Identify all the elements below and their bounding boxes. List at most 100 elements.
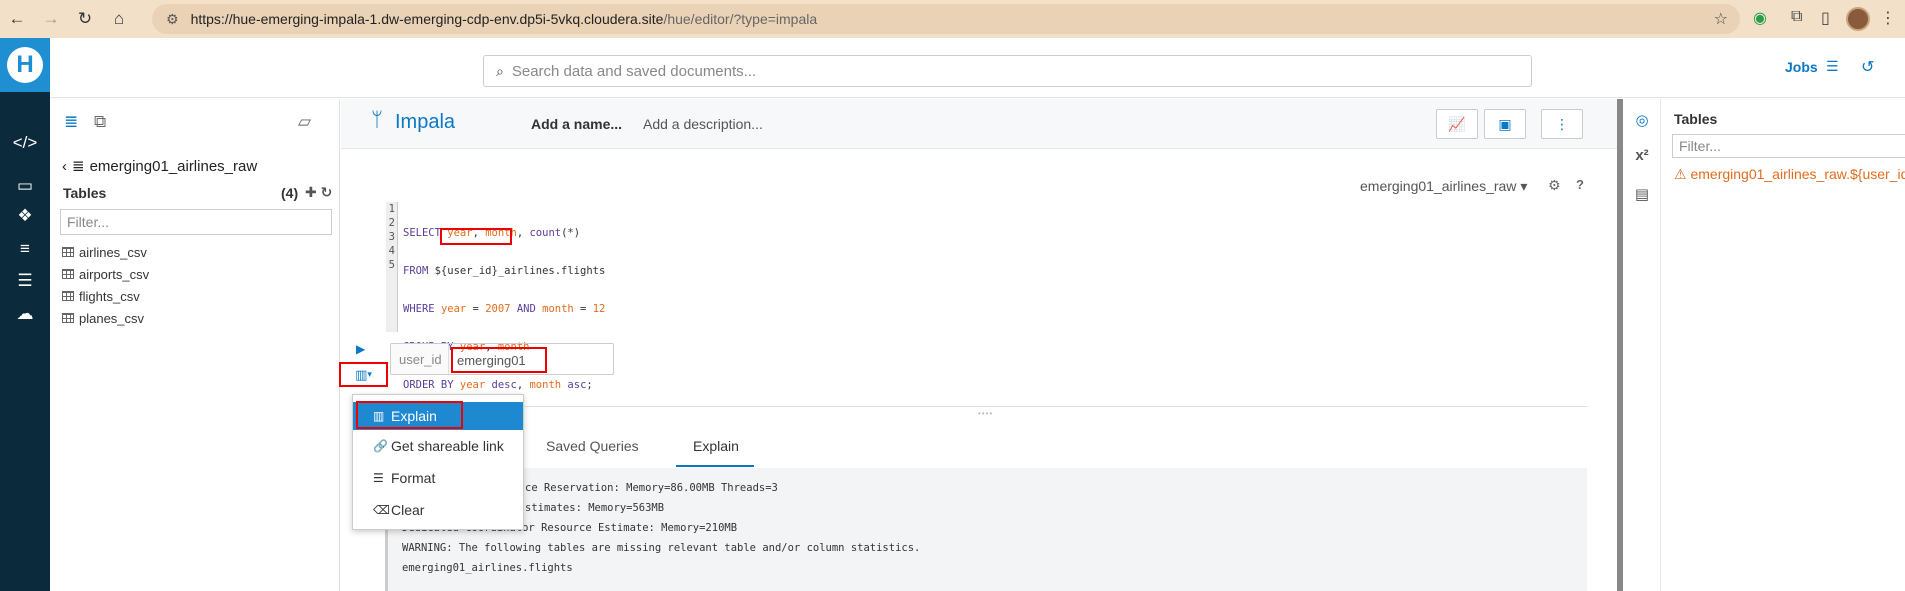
help-icon[interactable]: ? (1576, 177, 1584, 192)
right-filter-placeholder: Filter... (1679, 138, 1722, 154)
right-panel-title: Tables (1674, 111, 1718, 127)
eraser-icon: ⌫ (373, 503, 390, 517)
table-name: airports_csv (79, 266, 150, 282)
table-name: flights_csv (79, 288, 140, 304)
user-id-parameter: user_id emerging01 (390, 343, 614, 375)
jobs-link[interactable]: Jobs (1785, 59, 1818, 75)
caret-down-icon: ▾ (367, 369, 372, 379)
link-icon: 🔗 (373, 439, 388, 453)
database-selector-value: emerging01_airlines_raw (1360, 178, 1517, 194)
tables-list: airlines_csv airports_csv flights_csv pl… (62, 241, 149, 329)
explain-line: ce Reservation: Memory=86.00MB Threads=3 (525, 482, 778, 494)
cloud-upload-icon[interactable]: ☁ (0, 304, 50, 324)
query-name-field[interactable]: Add a name... (531, 116, 622, 132)
menu-item-label: Get shareable link (391, 438, 504, 454)
global-search-input[interactable]: ⌕ Search data and saved documents... (483, 55, 1532, 87)
refresh-icon[interactable]: ↻ (321, 184, 333, 200)
url-host: https://hue-emerging-impala-1.dw-emergin… (190, 11, 664, 27)
more-actions-button[interactable]: ⋮ (1541, 109, 1583, 139)
home-icon[interactable]: ⌂ (102, 9, 136, 29)
profile-avatar[interactable] (1846, 7, 1870, 31)
save-icon: ▣ (1498, 115, 1512, 132)
tables-filter-input[interactable]: Filter... (60, 209, 332, 235)
url-path: /hue/editor/?type=impala (663, 11, 818, 27)
open-folder-icon[interactable]: ▱ (298, 112, 311, 132)
explain-line: stimates: Memory=563MB (525, 502, 665, 514)
explain-dropdown-button[interactable]: ▥ ▾ (339, 362, 388, 387)
active-tab-underline (676, 465, 754, 467)
tab-explain[interactable]: Explain (693, 438, 739, 454)
chevron-left-icon[interactable]: ‹ (62, 158, 67, 175)
explain-line: emerging01_airlines.flights (402, 562, 573, 574)
table-icon (62, 247, 74, 257)
line-number: 1 (388, 203, 395, 215)
right-assist-panel: Tables Filter... ⚠ emerging01_airlines_r… (1662, 99, 1905, 591)
pane-divider[interactable] (525, 406, 1587, 407)
table-item[interactable]: planes_csv (62, 307, 149, 329)
param-value-input[interactable]: emerging01 (451, 347, 547, 373)
save-button[interactable]: ▣ (1484, 109, 1526, 139)
database-breadcrumb[interactable]: ‹ ≣ emerging01_airlines_raw (62, 157, 257, 176)
warning-table-item[interactable]: ⚠ emerging01_airlines_raw.${user_id} (1674, 166, 1905, 183)
functions-icon[interactable]: x² (1623, 147, 1661, 164)
address-bar[interactable]: ⚙ https://hue-emerging-impala-1.dw-emerg… (152, 4, 1740, 34)
drag-handle[interactable]: •••• (978, 409, 993, 418)
database-selector[interactable]: emerging01_airlines_raw ▾ (1360, 178, 1527, 195)
forward-icon[interactable]: → (34, 9, 68, 29)
server-icon[interactable]: ☰ (0, 271, 50, 291)
sidebar-toggle-icon[interactable]: ▯ (1821, 8, 1830, 28)
history-icon[interactable]: ↺ (1861, 57, 1874, 77)
browser-menu-icon[interactable]: ⋮ (1880, 8, 1896, 28)
right-filter-input[interactable]: Filter... (1672, 134, 1905, 158)
table-item[interactable]: airports_csv (62, 263, 149, 285)
hue-logo[interactable]: H (0, 38, 50, 92)
compass-icon[interactable]: ◎ (1623, 111, 1661, 129)
line-number: 3 (388, 231, 395, 243)
book-icon[interactable]: ▤ (1623, 185, 1661, 203)
bookmark-star-icon[interactable]: ☆ (1714, 9, 1728, 29)
editor-code-icon[interactable]: </> (0, 133, 50, 153)
database-tab-icon[interactable]: ≣ (64, 112, 78, 132)
jobs-list-icon[interactable]: ☰ (1826, 58, 1839, 75)
documents-tab-icon[interactable]: ⧉ (94, 112, 106, 132)
query-description-field[interactable]: Add a description... (643, 116, 763, 132)
left-nav-rail: H </> ▭ ❖ ≡ ☰ ☁ (0, 38, 50, 591)
right-tool-rail: ◎ x² ▤ (1623, 99, 1661, 591)
sql-editor[interactable]: 1 2 3 4 5 SELECT year, month, count(*) F… (386, 202, 998, 391)
top-search-bar: ⌕ Search data and saved documents... Job… (50, 38, 1905, 98)
menu-item-clear[interactable]: ⌫ Clear (353, 496, 523, 524)
map-icon: ▥ (355, 366, 368, 382)
chart-button[interactable]: 📈 (1436, 109, 1478, 139)
table-name: airlines_csv (79, 244, 147, 260)
database-icon[interactable]: ≡ (0, 239, 50, 259)
database-small-icon: ≣ (72, 158, 85, 175)
settings-gear-icon[interactable]: ⚙ (1548, 177, 1561, 194)
editor-header: ᛘ Impala Add a name... Add a description… (341, 99, 1618, 149)
explain-dropdown-menu: ▥ Explain 🔗 Get shareable link ☰ Format ⌫ Cl… (352, 394, 524, 530)
add-icon[interactable]: ✚ (305, 184, 317, 200)
tables-count: (4) (281, 185, 299, 201)
line-chart-icon: 📈 (1448, 115, 1466, 132)
table-icon (62, 313, 74, 323)
table-item[interactable]: airlines_csv (62, 241, 149, 263)
highlight-box (440, 228, 512, 245)
line-gutter: 1 2 3 4 5 (386, 202, 398, 332)
menu-item-shareable-link[interactable]: 🔗 Get shareable link (353, 432, 523, 460)
hue-logo-icon: H (7, 47, 43, 83)
code-line: ORDER BY year desc, month asc; (403, 379, 593, 391)
table-item[interactable]: flights_csv (62, 285, 149, 307)
reload-icon[interactable]: ↻ (68, 9, 102, 29)
folder-icon[interactable]: ▭ (0, 176, 50, 196)
code-line: WHERE year = 2007 AND month = 12 (403, 303, 606, 315)
extension-eye-icon[interactable]: ◉ (1753, 8, 1767, 28)
filter-placeholder: Filter... (67, 214, 110, 230)
run-play-icon[interactable]: ▶ (356, 342, 365, 356)
site-info-icon[interactable]: ⚙ (166, 11, 179, 28)
back-icon[interactable]: ← (0, 9, 34, 29)
menu-item-format[interactable]: ☰ Format (353, 464, 523, 492)
impala-icon: ᛘ (371, 109, 383, 131)
extensions-puzzle-icon[interactable]: ⧉ (1791, 8, 1802, 26)
tab-saved-queries[interactable]: Saved Queries (546, 438, 639, 454)
dialect-title: Impala (395, 111, 456, 133)
cubes-icon[interactable]: ❖ (0, 206, 50, 226)
